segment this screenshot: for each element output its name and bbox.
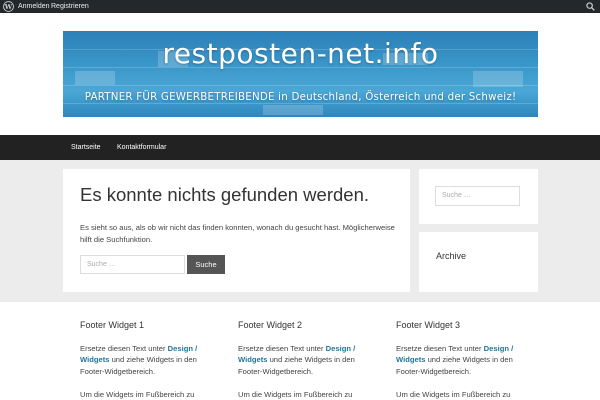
- main-navigation: Startseite Kontaktformular: [0, 135, 600, 160]
- banner-decoration: [263, 105, 323, 115]
- search-button[interactable]: Suche: [187, 255, 225, 274]
- search-icon[interactable]: [586, 2, 595, 11]
- register-link[interactable]: Registrieren: [51, 0, 89, 13]
- banner-decoration: [473, 71, 523, 87]
- footer-widget-title: Footer Widget 2: [238, 320, 303, 330]
- footer-text-part: Ersetze diesen Text unter: [396, 344, 484, 353]
- page-title: Es konnte nichts gefunden werden.: [80, 184, 369, 205]
- nav-item-kontaktformular[interactable]: Kontaktformular: [117, 135, 166, 160]
- svg-text:W: W: [4, 3, 13, 11]
- banner-decoration: [63, 103, 538, 104]
- footer-widget-2: Footer Widget 2 Ersetze diesen Text unte…: [238, 320, 373, 400]
- footer-widget-title: Footer Widget 1: [80, 320, 145, 330]
- footer-widget-more-text: Um die Widgets im Fußbereich zu: [396, 389, 511, 399]
- footer-widget-more-text: Um die Widgets im Fußbereich zu: [238, 389, 353, 399]
- search-input[interactable]: Suche …: [80, 255, 185, 274]
- footer-widget-text: Ersetze diesen Text unter Design / Widge…: [396, 343, 531, 377]
- footer-widget-3: Footer Widget 3 Ersetze diesen Text unte…: [396, 320, 531, 400]
- login-link[interactable]: Anmelden: [18, 0, 50, 13]
- wordpress-logo-icon[interactable]: W: [3, 1, 14, 12]
- footer-widget-text: Ersetze diesen Text unter Design / Widge…: [80, 343, 215, 377]
- footer-text-part: Ersetze diesen Text unter: [80, 344, 168, 353]
- footer-widgets: Footer Widget 1 Ersetze diesen Text unte…: [0, 302, 600, 400]
- site-header-banner[interactable]: restposten-net.info PARTNER FÜR GEWERBET…: [63, 31, 538, 117]
- not-found-card: Es konnte nichts gefunden werden. Es sie…: [63, 169, 410, 292]
- not-found-message: Es sieht so aus, als ob wir nicht das fi…: [80, 223, 395, 244]
- footer-widget-1: Footer Widget 1 Ersetze diesen Text unte…: [80, 320, 215, 400]
- site-tagline: PARTNER FÜR GEWERBETREIBENDE in Deutschl…: [84, 91, 517, 103]
- footer-widget-more-text: Um die Widgets im Fußbereich zu: [80, 389, 195, 399]
- footer-widget-title: Footer Widget 3: [396, 320, 461, 330]
- sidebar-search-input[interactable]: Suche …: [435, 186, 520, 206]
- footer-widget-text: Ersetze diesen Text unter Design / Widge…: [238, 343, 373, 377]
- banner-decoration: [63, 85, 538, 86]
- sidebar-search-widget: Suche …: [419, 169, 538, 224]
- footer-text-part: Ersetze diesen Text unter: [238, 344, 326, 353]
- nav-item-startseite[interactable]: Startseite: [71, 135, 101, 160]
- sidebar-archive-widget: Archive: [419, 232, 538, 292]
- site-title[interactable]: restposten-net.info: [63, 37, 538, 70]
- banner-decoration: [75, 71, 115, 85]
- admin-bar: W Anmelden Registrieren: [0, 0, 600, 13]
- archive-title: Archive: [436, 251, 467, 261]
